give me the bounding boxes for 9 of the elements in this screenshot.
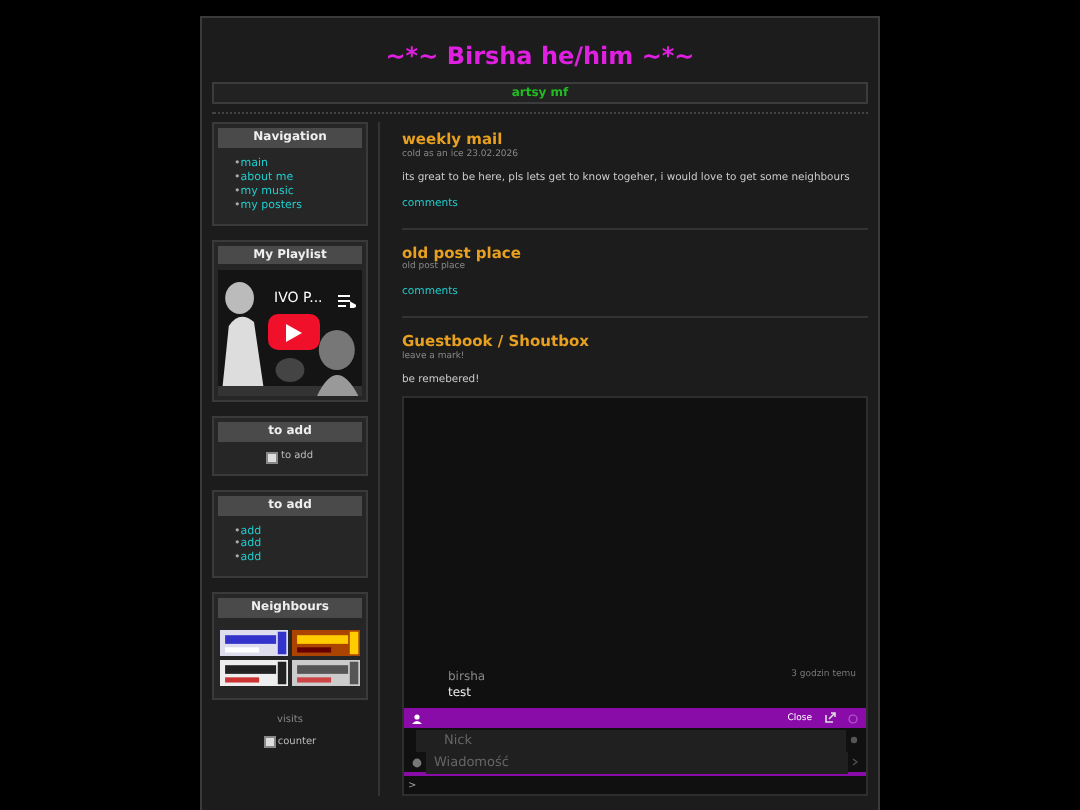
- chevron-icon[interactable]: [852, 758, 858, 767]
- site-title: ~*~ Birsha he/him ~*~: [383, 42, 697, 74]
- playlist-icon[interactable]: [338, 294, 356, 309]
- play-icon: [286, 323, 302, 342]
- broken-image-icon: [266, 451, 279, 464]
- broken-image-icon: [263, 735, 276, 748]
- popout-icon[interactable]: [824, 712, 836, 725]
- play-button[interactable]: [268, 314, 320, 351]
- user-icon: [412, 713, 422, 724]
